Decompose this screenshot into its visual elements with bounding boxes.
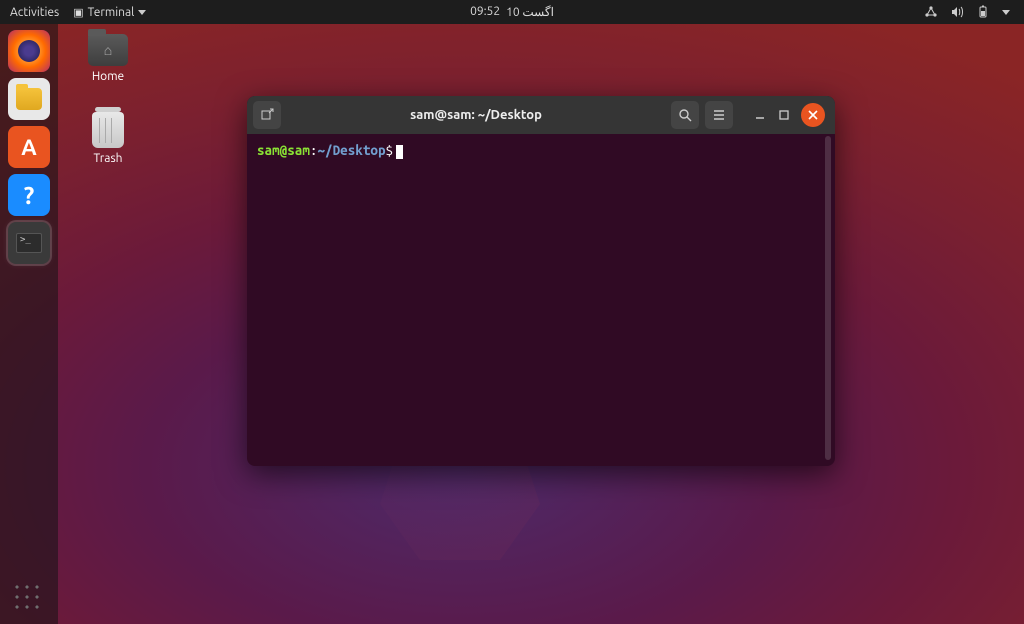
desktop-icon-trash[interactable]: Trash [80,112,136,165]
terminal-scrollbar[interactable] [825,136,831,460]
clock[interactable]: اگست 10 09:52 [470,5,554,19]
prompt-user-host: sam@sam [257,142,310,158]
minimize-button[interactable] [753,108,767,122]
battery-icon [976,5,990,19]
chevron-down-icon [1002,10,1010,15]
terminal-icon [16,233,42,253]
dock-item-software[interactable]: A [8,126,50,168]
dock-item-help[interactable]: ? [8,174,50,216]
dock: A ? [0,24,58,624]
terminal-titlebar[interactable]: sam@sam: ~/Desktop [247,96,835,134]
search-icon [678,108,692,122]
prompt-symbol: $ [386,142,394,158]
folder-icon: ⌂ [88,34,128,66]
chevron-down-icon [138,10,146,15]
terminal-body[interactable]: sam@sam:~/Desktop$ [247,134,835,168]
maximize-button[interactable] [777,108,791,122]
dock-item-terminal[interactable] [8,222,50,264]
dock-item-firefox[interactable] [8,30,50,72]
terminal-window: sam@sam: ~/Desktop sam@sam:~/Desktop$ [247,96,835,466]
home-glyph-icon: ⌂ [104,42,112,58]
dock-item-files[interactable] [8,78,50,120]
window-title: sam@sam: ~/Desktop [287,108,665,122]
desktop-icon-label: Home [80,70,136,83]
terminal-app-icon: ▣ [73,6,83,19]
status-area[interactable] [924,5,1024,19]
search-button[interactable] [671,101,699,129]
hamburger-icon [712,108,726,122]
top-bar: Activities ▣ Terminal اگست 10 09:52 [0,0,1024,24]
app-menu[interactable]: ▣ Terminal [73,6,146,19]
window-controls [753,103,825,127]
minimize-icon [754,109,766,121]
prompt-path: ~/Desktop [317,142,385,158]
network-icon [924,5,938,19]
software-icon: A [21,135,36,160]
firefox-icon [18,40,40,62]
trash-icon [92,112,124,148]
new-tab-button[interactable] [253,101,281,129]
app-menu-label: Terminal [88,6,135,19]
top-bar-left: Activities ▣ Terminal [0,6,146,19]
new-tab-icon [260,108,274,122]
desktop-icon-label: Trash [80,152,136,165]
clock-time: 09:52 [470,5,500,19]
desktop-icon-home[interactable]: ⌂ Home [80,34,136,83]
files-icon [16,88,42,110]
clock-date: اگست 10 [506,5,554,19]
volume-icon [950,5,964,19]
help-icon: ? [24,182,35,209]
text-cursor [396,145,403,159]
activities-button[interactable]: Activities [10,6,59,19]
close-button[interactable] [801,103,825,127]
maximize-icon [778,109,790,121]
close-icon [808,110,818,120]
hamburger-menu-button[interactable] [705,101,733,129]
